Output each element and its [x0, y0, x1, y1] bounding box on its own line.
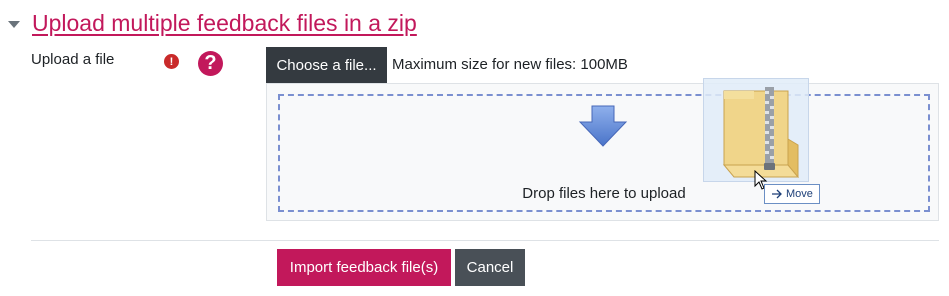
down-arrow-icon [578, 105, 628, 147]
section-header[interactable]: Upload multiple feedback files in a zip [8, 8, 417, 38]
section-title[interactable]: Upload multiple feedback files in a zip [32, 10, 417, 37]
divider [31, 240, 939, 241]
choose-file-button[interactable]: Choose a file... [266, 47, 387, 83]
required-icon: ! [164, 54, 179, 69]
help-icon[interactable]: ? [198, 51, 223, 76]
zip-folder-icon [722, 87, 800, 178]
move-arrow-icon [772, 189, 782, 199]
cancel-button[interactable]: Cancel [455, 249, 525, 286]
move-tooltip: Move [764, 184, 820, 204]
import-feedback-button[interactable]: Import feedback file(s) [277, 249, 451, 286]
chevron-down-icon[interactable] [8, 20, 20, 28]
move-tooltip-text: Move [786, 188, 813, 200]
upload-file-label: Upload a file [31, 51, 115, 68]
max-size-text: Maximum size for new files: 100MB [392, 56, 628, 73]
drag-preview [703, 78, 809, 182]
drop-zone-text: Drop files here to upload [522, 185, 686, 202]
